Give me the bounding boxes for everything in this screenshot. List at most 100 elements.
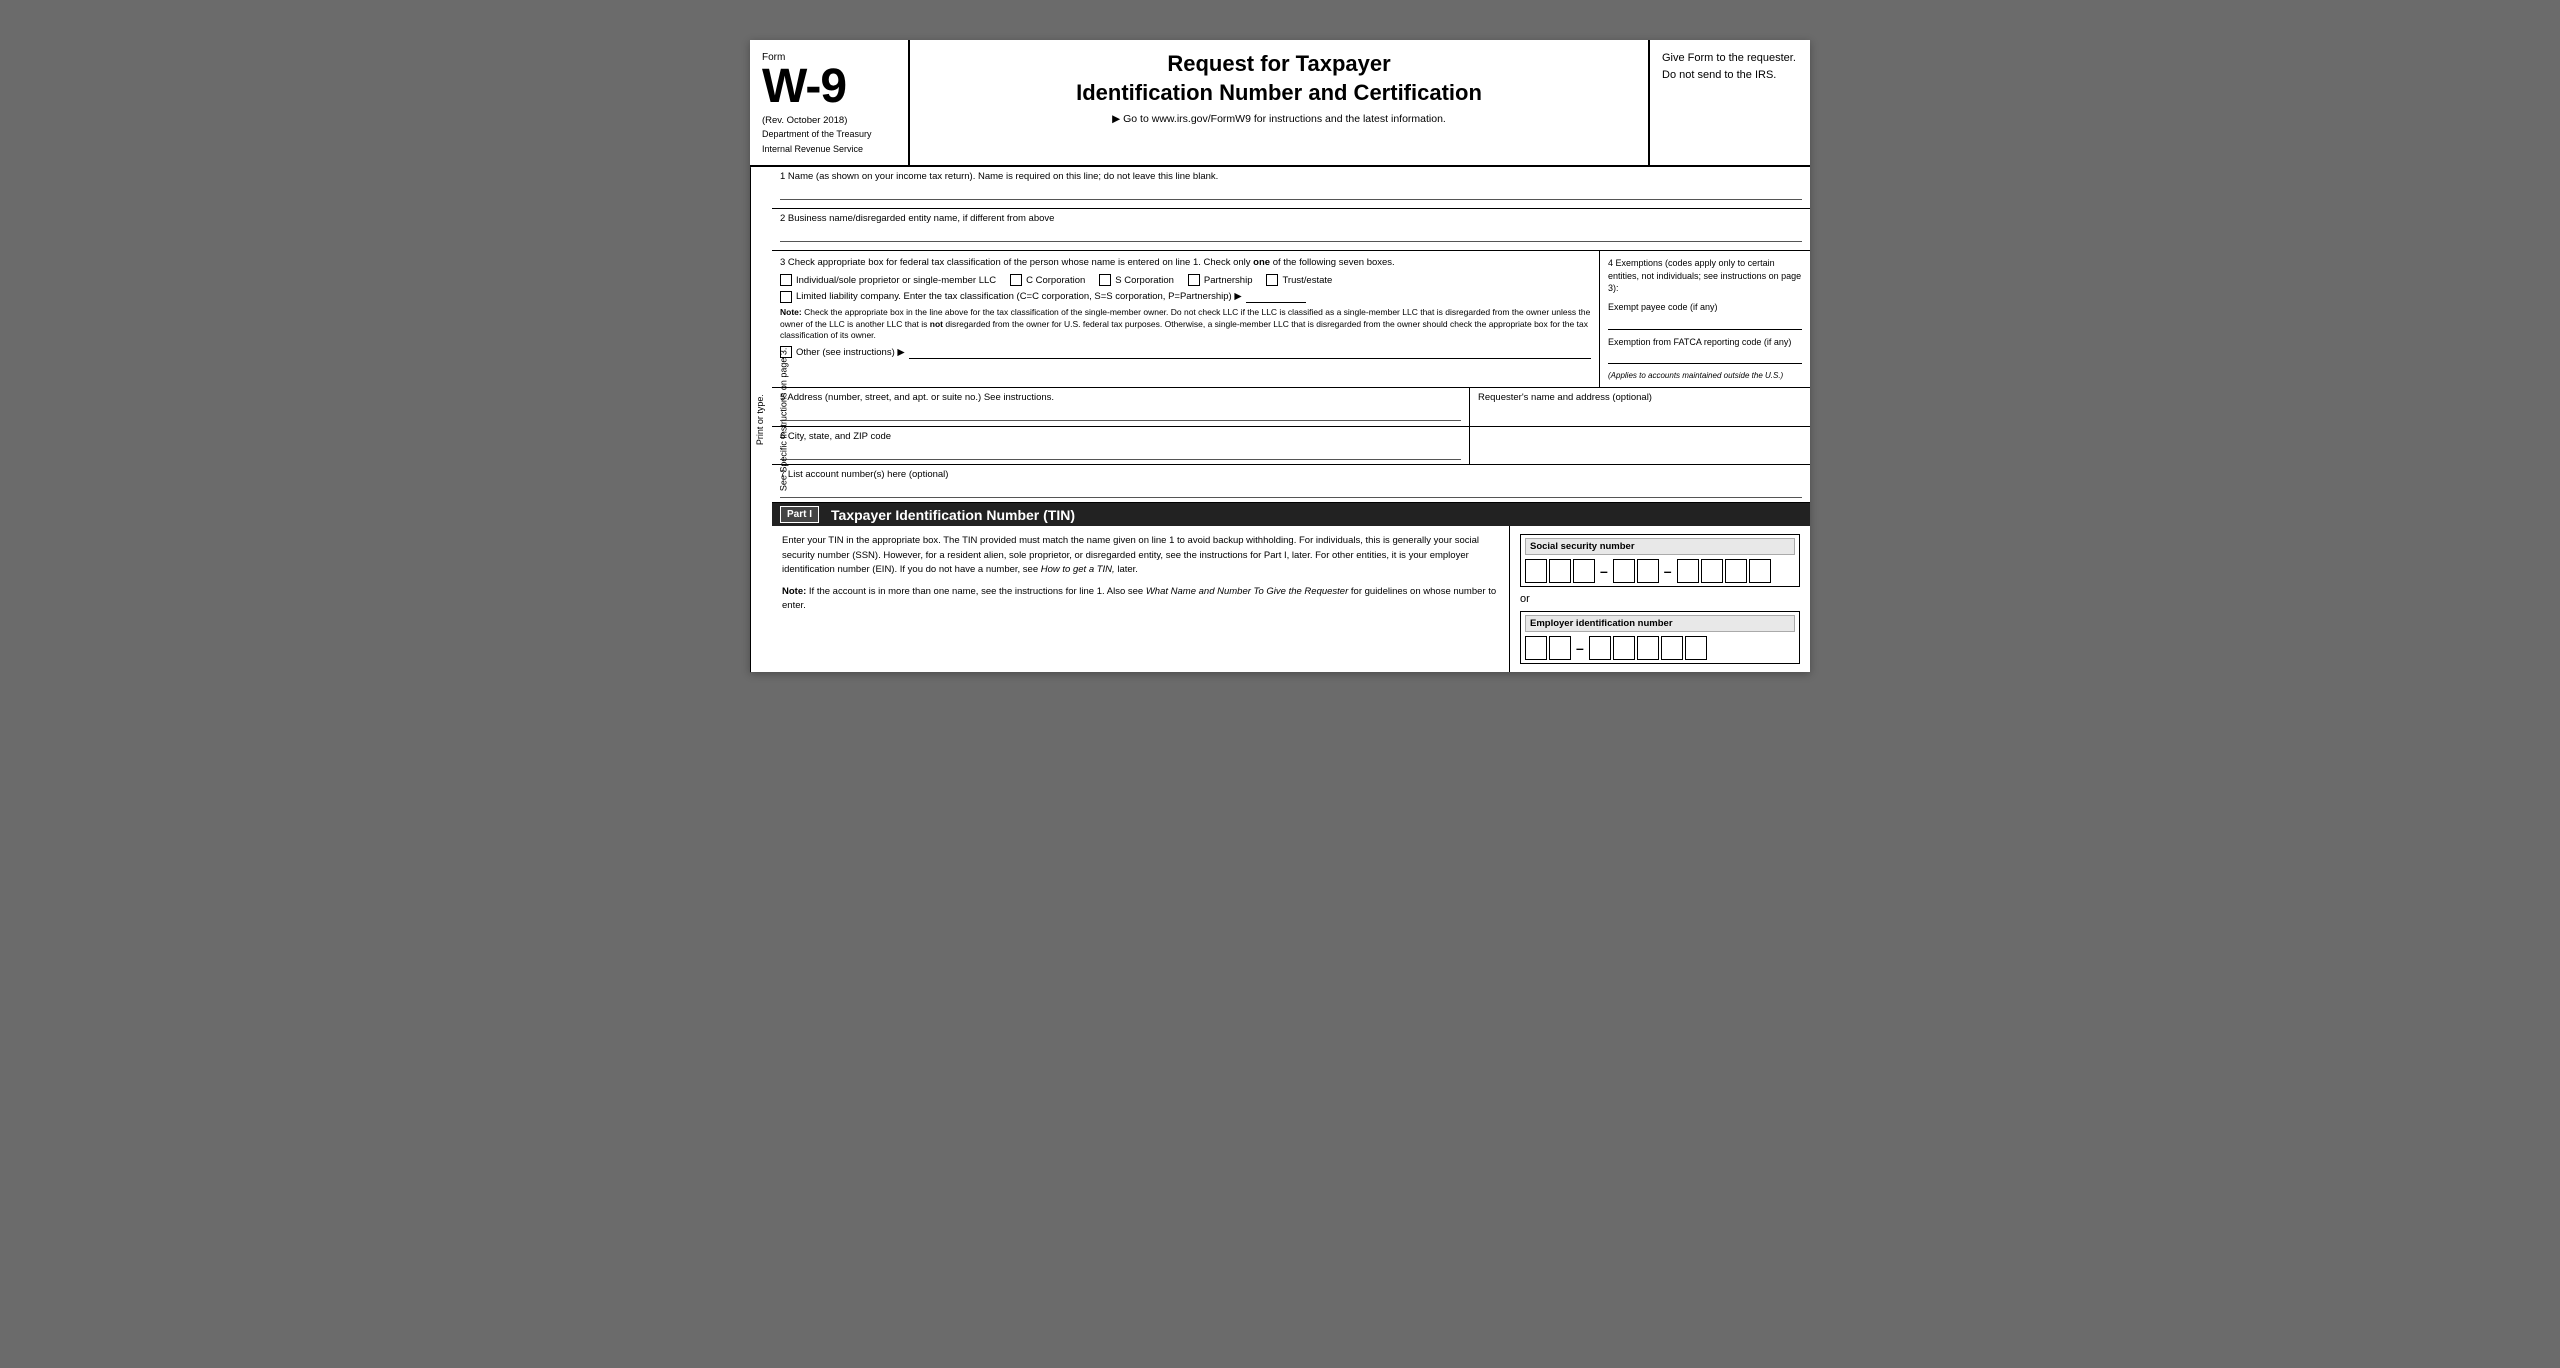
ssn-box-3[interactable] (1573, 559, 1595, 583)
line6-input[interactable] (780, 444, 1461, 460)
field-row-2: 2 Business name/disregarded entity name,… (772, 209, 1810, 251)
address-container: 5 Address (number, street, and apt. or s… (772, 388, 1810, 427)
part1-left: Enter your TIN in the appropriate box. T… (772, 526, 1510, 672)
ein-label: Employer identification number (1525, 615, 1795, 632)
ssn-boxes: – – (1525, 559, 1795, 583)
other-label: Other (see instructions) ▶ (796, 347, 905, 358)
cb-c-corp-label: C Corporation (1026, 275, 1085, 286)
ein-box-4[interactable] (1613, 636, 1635, 660)
part1-body: Enter your TIN in the appropriate box. T… (782, 534, 1499, 577)
form-title: Request for Taxpayer Identification Numb… (930, 50, 1628, 107)
ssn-group1 (1525, 559, 1595, 583)
llc-input[interactable] (1246, 290, 1306, 303)
form-header: Form W-9 (Rev. October 2018) Department … (750, 40, 1810, 167)
part1-note: Note: If the account is in more than one… (782, 585, 1499, 614)
exempt-payee-input[interactable] (1608, 316, 1802, 330)
cb-trust-label: Trust/estate (1282, 275, 1332, 286)
cb-individual-label: Individual/sole proprietor or single-mem… (796, 275, 996, 286)
cb-partnership-box[interactable] (1188, 274, 1200, 286)
row3-left: 3 Check appropriate box for federal tax … (772, 251, 1600, 387)
cb-s-corp-label: S Corporation (1115, 275, 1174, 286)
line6-field: 6 City, state, and ZIP code (772, 427, 1470, 464)
other-row: Other (see instructions) ▶ (780, 346, 1591, 359)
header-center: Request for Taxpayer Identification Numb… (910, 40, 1650, 165)
form-rev: (Rev. October 2018) (762, 115, 896, 126)
cb-individual: Individual/sole proprietor or single-mem… (780, 274, 996, 286)
ssn-dash2: – (1664, 563, 1672, 579)
ein-dash: – (1576, 640, 1584, 656)
ein-box-7[interactable] (1685, 636, 1707, 660)
part1-label: Part I (780, 506, 819, 523)
ssn-box-9[interactable] (1749, 559, 1771, 583)
cb-s-corp-box[interactable] (1099, 274, 1111, 286)
w9-form: Form W-9 (Rev. October 2018) Department … (750, 40, 1810, 672)
exempt-applies-note: (Applies to accounts maintained outside … (1608, 370, 1802, 381)
ssn-group3 (1677, 559, 1771, 583)
line5-field: 5 Address (number, street, and apt. or s… (772, 388, 1470, 426)
ein-box-5[interactable] (1637, 636, 1659, 660)
part1-container: Enter your TIN in the appropriate box. T… (772, 526, 1810, 672)
cb-trust-box[interactable] (1266, 274, 1278, 286)
goto-url: ▶ Go to www.irs.gov/FormW9 for instructi… (930, 113, 1628, 125)
row3-right: 4 Exemptions (codes apply only to certai… (1600, 251, 1810, 387)
or-text: or (1520, 593, 1800, 605)
city-right-spacer (1470, 427, 1810, 464)
ssn-dash1: – (1600, 563, 1608, 579)
line5-input[interactable] (780, 405, 1461, 421)
ssn-box-8[interactable] (1725, 559, 1747, 583)
ein-box-3[interactable] (1589, 636, 1611, 660)
other-input[interactable] (909, 346, 1591, 359)
form-body: Print or type.See Specific Instructions … (750, 167, 1810, 672)
requester-field: Requester's name and address (optional) (1470, 388, 1810, 426)
line7-input[interactable] (780, 482, 1802, 498)
field-row-1: 1 Name (as shown on your income tax retu… (772, 167, 1810, 209)
part1-header: Part I Taxpayer Identification Number (T… (772, 503, 1810, 526)
ein-group1 (1525, 636, 1571, 660)
ssn-box-7[interactable] (1701, 559, 1723, 583)
line1-label: 1 Name (as shown on your income tax retu… (780, 171, 1802, 182)
ein-boxes: – (1525, 636, 1795, 660)
ssn-box-4[interactable] (1613, 559, 1635, 583)
ssn-box-2[interactable] (1549, 559, 1571, 583)
cb-trust: Trust/estate (1266, 274, 1332, 286)
ssn-box-5[interactable] (1637, 559, 1659, 583)
city-row: 6 City, state, and ZIP code (772, 427, 1810, 465)
note-text: Note: Check the appropriate box in the l… (780, 307, 1591, 341)
cb-partnership: Partnership (1188, 274, 1253, 286)
line1-input[interactable] (780, 184, 1802, 200)
ein-box-1[interactable] (1525, 636, 1547, 660)
side-label: Print or type.See Specific Instructions … (750, 167, 772, 672)
cb-c-corp-box[interactable] (1010, 274, 1022, 286)
cb-llc-box[interactable] (780, 291, 792, 303)
part1-right: Social security number – (1510, 526, 1810, 672)
ssn-box-6[interactable] (1677, 559, 1699, 583)
ein-group2 (1589, 636, 1707, 660)
ein-section: Employer identification number – (1520, 611, 1800, 664)
line5-label: 5 Address (number, street, and apt. or s… (780, 392, 1461, 403)
checkbox-row: Individual/sole proprietor or single-mem… (780, 274, 1591, 286)
form-dept2: Internal Revenue Service (762, 143, 896, 156)
ein-box-6[interactable] (1661, 636, 1683, 660)
form-dept1: Department of the Treasury (762, 128, 896, 141)
llc-label: Limited liability company. Enter the tax… (796, 291, 1242, 302)
line7-field: 7 List account number(s) here (optional) (772, 465, 1810, 503)
cb-individual-box[interactable] (780, 274, 792, 286)
line7-label: 7 List account number(s) here (optional) (780, 469, 1802, 480)
line2-label: 2 Business name/disregarded entity name,… (780, 213, 1802, 224)
llc-row: Limited liability company. Enter the tax… (780, 290, 1591, 303)
line6-label: 6 City, state, and ZIP code (780, 431, 1461, 442)
cb-partnership-label: Partnership (1204, 275, 1253, 286)
exempt-fatca-input[interactable] (1608, 350, 1802, 364)
form-fields: 1 Name (as shown on your income tax retu… (772, 167, 1810, 672)
line3-label: 3 Check appropriate box for federal tax … (780, 257, 1591, 268)
ein-box-2[interactable] (1549, 636, 1571, 660)
cb-s-corp: S Corporation (1099, 274, 1174, 286)
line2-input[interactable] (780, 226, 1802, 242)
exemptions-title: 4 Exemptions (codes apply only to certai… (1608, 257, 1802, 295)
ssn-box-1[interactable] (1525, 559, 1547, 583)
row3-container: 3 Check appropriate box for federal tax … (772, 251, 1810, 388)
header-left: Form W-9 (Rev. October 2018) Department … (750, 40, 910, 165)
ssn-label: Social security number (1525, 538, 1795, 555)
exempt-payee-label: Exempt payee code (if any) (1608, 301, 1802, 314)
header-right: Give Form to the requester. Do not send … (1650, 40, 1810, 165)
